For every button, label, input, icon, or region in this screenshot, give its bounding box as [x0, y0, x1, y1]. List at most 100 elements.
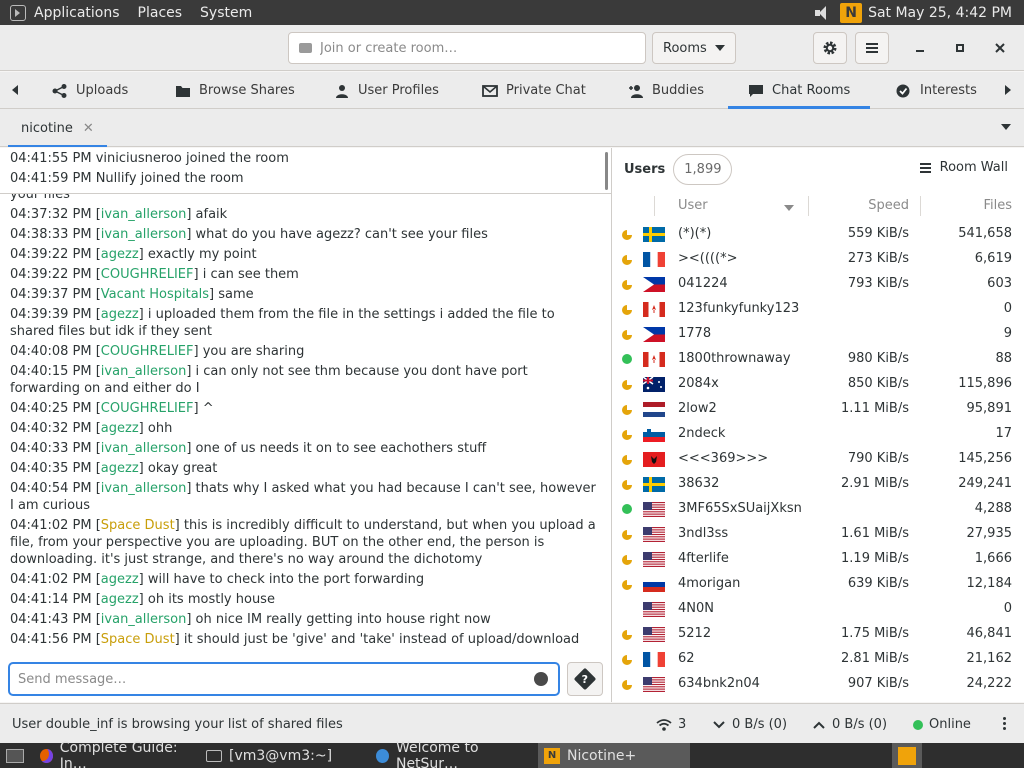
message-username[interactable]: agezz	[101, 421, 139, 436]
message-username[interactable]: ivan_allerson	[101, 364, 187, 379]
message-username[interactable]: agezz	[101, 572, 139, 587]
hamburger-icon	[866, 43, 878, 53]
user-row[interactable]: 123funkyfunky123 0	[612, 297, 1024, 322]
online-status-button[interactable]: Online	[913, 717, 971, 732]
user-row[interactable]: 3MF65SxSUaijXksn 4,288	[612, 497, 1024, 522]
user-row[interactable]: (*)(*) 559 KiB/s 541,658	[612, 222, 1024, 247]
room-search-input[interactable]	[320, 40, 620, 56]
message-timestamp: 04:40:15 PM	[10, 363, 92, 379]
message-timestamp: 04:40:54 PM	[10, 480, 92, 496]
nicotine-tray-icon[interactable]: N	[840, 2, 863, 23]
chat-help-button[interactable]: ?	[567, 662, 603, 696]
menu-places[interactable]: Places	[138, 5, 191, 21]
message-username[interactable]: ivan_allerson	[101, 441, 187, 456]
taskbar-item-netsurf[interactable]: Welcome to NetSur…	[370, 740, 534, 768]
user-row[interactable]: 4morigan 639 KiB/s 12,184	[612, 572, 1024, 597]
user-row[interactable]: 5212 1.75 MiB/s 46,841	[612, 622, 1024, 647]
room-wall-button[interactable]: Room Wall	[919, 160, 1008, 175]
download-speed-indicator[interactable]: 0 B/s (0)	[712, 717, 787, 732]
scroll-left-icon[interactable]	[12, 85, 18, 95]
workspace-icon	[898, 746, 916, 765]
user-row[interactable]: 2ndeck 17	[612, 422, 1024, 447]
column-user[interactable]: User	[678, 198, 708, 213]
message-text: i uploaded them from the file in the set…	[10, 306, 555, 339]
column-speed[interactable]: Speed	[868, 198, 909, 213]
users-label: Users	[624, 161, 666, 177]
user-row[interactable]: 3ndl3ss 1.61 MiB/s 27,935	[612, 522, 1024, 547]
message-username[interactable]: COUGHRELIEF	[101, 267, 194, 282]
message-username[interactable]: agezz	[101, 307, 139, 322]
activity-scrollbar[interactable]	[605, 152, 608, 190]
away-status-icon	[622, 679, 632, 690]
message-username[interactable]: Vacant Hospitals	[101, 287, 209, 302]
close-button[interactable]	[984, 32, 1016, 64]
emoji-icon[interactable]	[534, 672, 548, 686]
user-row[interactable]: 1778 9	[612, 322, 1024, 347]
column-files[interactable]: Files	[983, 198, 1012, 213]
country-flag-icon	[643, 452, 665, 467]
rooms-button[interactable]: Rooms	[652, 32, 736, 64]
scroll-right-icon[interactable]	[1005, 85, 1011, 95]
tab-uploads[interactable]: Uploads	[52, 72, 128, 109]
tab-browse-shares[interactable]: Browse Shares	[175, 72, 295, 109]
clock[interactable]: Sat May 25, 4:42 PM	[868, 5, 1012, 21]
message-username[interactable]: Space Dust	[101, 632, 175, 647]
tab-buddies[interactable]: Buddies	[628, 72, 704, 109]
preferences-button[interactable]	[813, 32, 847, 64]
user-row[interactable]: <<<369>>> 790 KiB/s 145,256	[612, 447, 1024, 472]
message-username[interactable]: ivan_allerson	[101, 481, 187, 496]
tab-chat-rooms[interactable]: Chat Rooms	[728, 72, 871, 109]
user-row[interactable]: 4fterlife 1.19 MiB/s 1,666	[612, 547, 1024, 572]
country-flag-icon	[643, 602, 665, 617]
taskbar-item-nicotine[interactable]: N Nicotine+	[538, 743, 690, 768]
user-row[interactable]: ><((((*> 273 KiB/s 6,619	[612, 247, 1024, 272]
user-row[interactable]: 62 2.81 MiB/s 21,162	[612, 647, 1024, 672]
taskbar-item-terminal[interactable]: [vm3@vm3:~]	[200, 743, 366, 768]
country-flag-icon	[643, 502, 665, 517]
more-options-icon[interactable]	[1003, 717, 1006, 731]
menu-applications[interactable]: Applications	[34, 5, 128, 21]
room-search-field[interactable]	[288, 32, 646, 64]
user-row[interactable]: 1800thrownaway 980 KiB/s 88	[612, 347, 1024, 372]
message-username[interactable]: agezz	[101, 592, 139, 607]
workspace-switcher[interactable]	[892, 743, 922, 768]
connections-indicator[interactable]: 3	[656, 717, 686, 732]
message-username[interactable]: ivan_allerson	[101, 227, 187, 242]
message-username[interactable]: agezz	[101, 247, 139, 262]
user-row[interactable]: 2low2 1.11 MiB/s 95,891	[612, 397, 1024, 422]
message-username[interactable]: agezz	[101, 461, 139, 476]
user-files: 0	[1003, 301, 1012, 316]
room-tab-nicotine[interactable]: nicotine ✕	[8, 109, 107, 147]
user-name: 4morigan	[678, 576, 741, 591]
applications-menu-icon[interactable]	[10, 4, 26, 21]
chat-message: 04:41:56 PM [Space Dust] it should just …	[10, 631, 580, 647]
show-desktop-button[interactable]	[0, 743, 30, 768]
user-name: 4fterlife	[678, 551, 729, 566]
user-row[interactable]: 2084x 850 KiB/s 115,896	[612, 372, 1024, 397]
tab-interests[interactable]: Interests	[896, 72, 977, 109]
message-field[interactable]	[8, 662, 560, 696]
message-username[interactable]: ivan_allerson	[101, 207, 187, 222]
user-row[interactable]: 634bnk2n04 907 KiB/s 24,222	[612, 672, 1024, 697]
user-row[interactable]: 041224 793 KiB/s 603	[612, 272, 1024, 297]
message-username[interactable]: ivan_allerson	[101, 612, 187, 627]
minimize-button[interactable]	[904, 32, 936, 64]
user-row[interactable]: 4N0N 0	[612, 597, 1024, 622]
message-username[interactable]: Space Dust	[101, 518, 175, 533]
close-tab-icon[interactable]: ✕	[83, 121, 94, 136]
room-list-dropdown-icon[interactable]	[1001, 124, 1011, 130]
sort-descending-icon[interactable]	[784, 205, 794, 211]
country-flag-icon	[643, 552, 665, 567]
message-input[interactable]	[18, 671, 518, 687]
maximize-button[interactable]	[944, 32, 976, 64]
main-menu-button[interactable]	[855, 32, 889, 64]
user-row[interactable]: 38632 2.91 MiB/s 249,241	[612, 472, 1024, 497]
volume-icon[interactable]	[814, 5, 834, 21]
tab-private-chat[interactable]: Private Chat	[482, 72, 586, 109]
menu-system[interactable]: System	[200, 5, 260, 21]
message-username[interactable]: COUGHRELIEF	[101, 401, 194, 416]
message-username[interactable]: COUGHRELIEF	[101, 344, 194, 359]
upload-speed-indicator[interactable]: 0 B/s (0)	[812, 717, 887, 732]
tab-user-profiles[interactable]: User Profiles	[334, 72, 439, 109]
taskbar-item-firefox[interactable]: Complete Guide: In…	[34, 740, 196, 768]
